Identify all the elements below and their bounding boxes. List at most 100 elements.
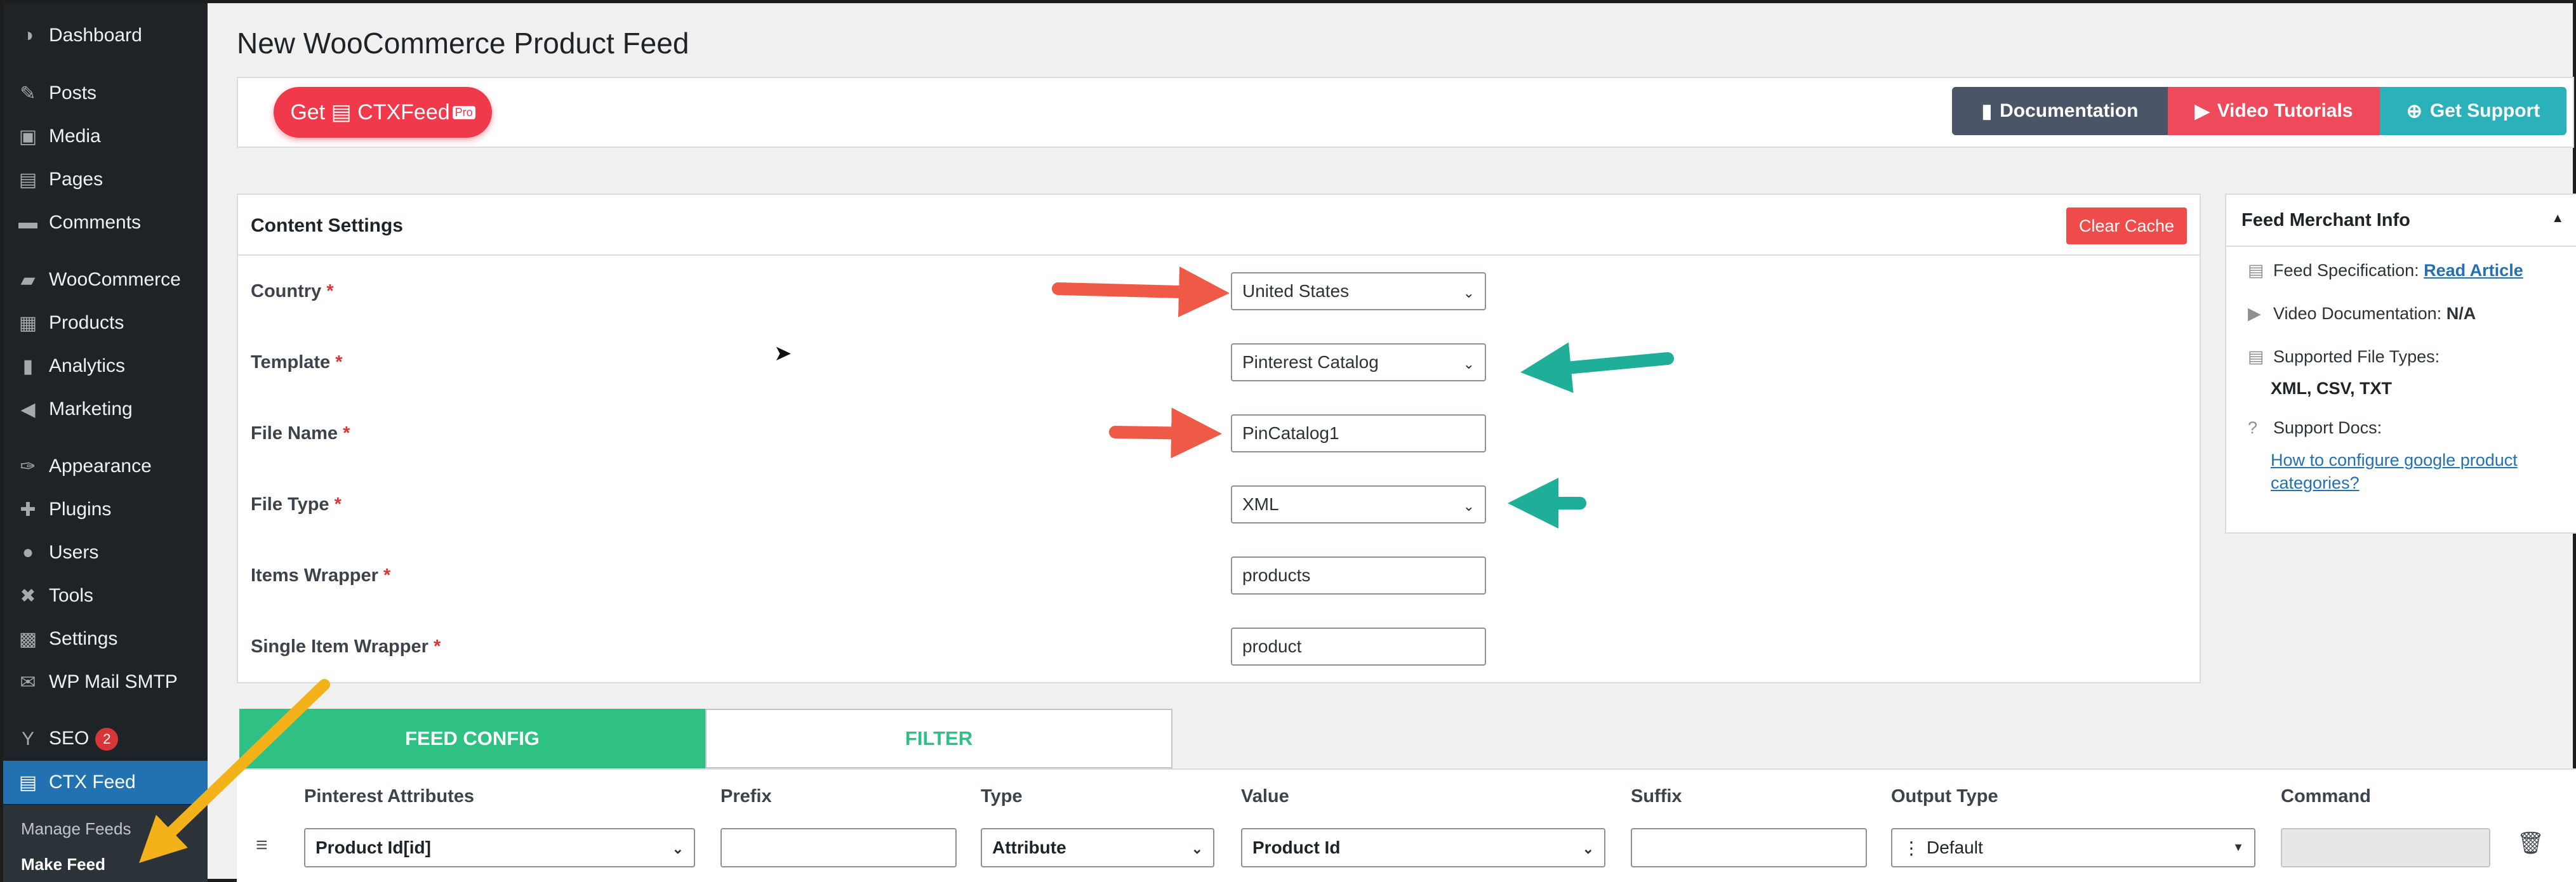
content-settings-panel: Content Settings Clear Cache Country * U… bbox=[237, 194, 2201, 683]
chevron-down-icon: ⌄ bbox=[1191, 841, 1203, 857]
merchant-info-header: Feed Merchant Info ▲ bbox=[2226, 195, 2576, 247]
submenu-manage-feeds[interactable]: Manage Feeds bbox=[21, 819, 131, 839]
items-wrapper-input[interactable]: products bbox=[1231, 556, 1486, 595]
pages-icon: ▤ bbox=[18, 169, 37, 190]
type-value: Attribute bbox=[992, 838, 1066, 857]
yoast-icon: Y bbox=[21, 728, 34, 749]
get-pro-label: Get bbox=[290, 100, 326, 124]
menu-plugins[interactable]: ✚ Plugins bbox=[3, 488, 208, 531]
menu-users[interactable]: ● Users bbox=[3, 531, 208, 574]
submenu-make-feed[interactable]: Make Feed bbox=[21, 855, 105, 874]
column-header: Output Type bbox=[1891, 786, 1998, 806]
woocommerce-icon: ▰ bbox=[20, 269, 36, 291]
menu-posts[interactable]: ✎ Posts bbox=[3, 72, 208, 115]
menu-ctx-feed[interactable]: ▤ CTX Feed bbox=[3, 761, 208, 804]
file-name-label: File Name * bbox=[251, 423, 350, 444]
template-value: Pinterest Catalog bbox=[1242, 352, 1379, 372]
analytics-icon: ▮ bbox=[22, 355, 34, 377]
column-header: Suffix bbox=[1631, 786, 1682, 806]
clear-cache-button[interactable]: Clear Cache bbox=[2066, 207, 2187, 244]
menu-appearance[interactable]: ✑ Appearance bbox=[3, 445, 208, 488]
get-support-button[interactable]: ⊕ Get Support bbox=[2380, 87, 2566, 135]
pro-badge: Pro bbox=[452, 105, 475, 119]
merchant-info-title: Feed Merchant Info bbox=[2241, 210, 2410, 230]
chevron-down-icon: ⌄ bbox=[1463, 498, 1475, 514]
menu-settings[interactable]: ▩ Settings bbox=[3, 617, 208, 661]
menu-label: Dashboard bbox=[49, 25, 142, 46]
menu-label: CTX Feed bbox=[49, 772, 136, 793]
wrench-icon: ✖ bbox=[20, 585, 36, 607]
plugins-icon: ✚ bbox=[20, 499, 36, 520]
menu-woocommerce[interactable]: ▰ WooCommerce bbox=[3, 258, 208, 301]
notification-badge: 2 bbox=[95, 728, 119, 751]
menu-label: SEO bbox=[49, 727, 90, 749]
mail-icon: ✉ bbox=[20, 671, 36, 693]
menu-products[interactable]: ▦ Products bbox=[3, 301, 208, 345]
chevron-down-icon: ⌄ bbox=[1582, 841, 1594, 857]
support-doc-link[interactable]: How to configure google product categori… bbox=[2271, 449, 2518, 494]
attribute-value: Product Id[id] bbox=[315, 838, 431, 857]
value-select[interactable]: Product Id ⌄ bbox=[1241, 828, 1605, 867]
support-doc-link-line-1[interactable]: How to configure google product bbox=[2271, 449, 2518, 471]
file-types-label: Supported File Types: bbox=[2273, 347, 2440, 366]
video-tutorials-button[interactable]: ▶ Video Tutorials bbox=[2168, 87, 2380, 135]
support-icon: ⊕ bbox=[2406, 100, 2422, 122]
get-support-label: Get Support bbox=[2429, 100, 2540, 121]
read-article-link[interactable]: Read Article bbox=[2424, 261, 2523, 280]
get-pro-button[interactable]: Get ▤ CTXFeed Pro bbox=[274, 87, 492, 138]
output-type-select[interactable]: ⋮ Default ▼ bbox=[1891, 828, 2255, 867]
single-item-wrapper-input[interactable]: product bbox=[1231, 628, 1486, 666]
command-input[interactable] bbox=[2281, 828, 2490, 867]
menu-tools[interactable]: ✖ Tools bbox=[3, 574, 208, 617]
menu-media[interactable]: ▣ Media bbox=[3, 115, 208, 158]
prefix-input[interactable] bbox=[720, 828, 957, 867]
menu-comments[interactable]: ▬ Comments bbox=[3, 201, 208, 244]
support-docs-row: ? Support Docs: bbox=[2248, 418, 2382, 438]
youtube-icon: ▶ bbox=[2194, 100, 2210, 122]
file-type-select[interactable]: XML ⌄ bbox=[1231, 485, 1486, 523]
menu-analytics[interactable]: ▮ Analytics bbox=[3, 345, 208, 388]
menu-dashboard[interactable]: ◑ Dashboard bbox=[3, 14, 208, 57]
content-settings-title: Content Settings bbox=[251, 215, 403, 236]
megaphone-icon: ◀ bbox=[20, 398, 36, 420]
single-item-wrapper-label: Single Item Wrapper * bbox=[251, 636, 441, 657]
menu-label: Plugins bbox=[49, 499, 112, 520]
supported-file-types-row: ▤ Supported File Types: bbox=[2248, 347, 2440, 367]
file-name-input[interactable]: PinCatalog1 bbox=[1231, 414, 1486, 452]
menu-label: Appearance bbox=[49, 456, 152, 477]
support-doc-link-line-2[interactable]: categories? bbox=[2271, 471, 2518, 494]
menu-label: Products bbox=[49, 312, 124, 333]
brand-label: CTXFeed bbox=[357, 100, 450, 124]
menu-seo[interactable]: Y SEO 2 bbox=[3, 718, 208, 761]
file-icon: ▤ bbox=[2248, 347, 2264, 366]
comments-icon: ▬ bbox=[18, 212, 37, 233]
menu-wp-mail-smtp[interactable]: ✉ WP Mail SMTP bbox=[3, 661, 208, 704]
dashboard-icon: ◑ bbox=[22, 25, 34, 46]
type-select[interactable]: Attribute ⌄ bbox=[981, 828, 1214, 867]
video-doc-value: N/A bbox=[2446, 304, 2476, 323]
trash-icon[interactable]: 🗑 bbox=[2517, 831, 2544, 856]
column-header: Value bbox=[1241, 786, 1289, 806]
menu-label: Comments bbox=[49, 212, 142, 233]
country-select[interactable]: United States ⌄ bbox=[1231, 272, 1486, 310]
attribute-select[interactable]: Product Id[id] ⌄ bbox=[304, 828, 695, 867]
feed-icon: ▤ bbox=[18, 772, 37, 793]
menu-pages[interactable]: ▤ Pages bbox=[3, 158, 208, 201]
admin-sidebar: ◑ Dashboard ✎ Posts ▣ Media ▤ Pages ▬ Comment… bbox=[3, 3, 208, 882]
drag-handle-icon[interactable]: ≡ bbox=[256, 833, 268, 857]
file-types-value: XML, CSV, TXT bbox=[2271, 379, 2393, 398]
chevron-down-icon: ⌄ bbox=[1463, 356, 1475, 372]
menu-label: Analytics bbox=[49, 355, 126, 376]
menu-label: Tools bbox=[49, 585, 94, 606]
feed-specification-row: ▤ Feed Specification: Read Article bbox=[2248, 261, 2523, 280]
suffix-input[interactable] bbox=[1631, 828, 1867, 867]
menu-label: Media bbox=[49, 126, 101, 147]
collapse-toggle-icon[interactable]: ▲ bbox=[2551, 211, 2564, 226]
drag-dots-icon: ⋮ bbox=[1902, 838, 1920, 858]
menu-marketing[interactable]: ◀ Marketing bbox=[3, 388, 208, 431]
documentation-button[interactable]: ▮ Documentation bbox=[1952, 87, 2168, 135]
tab-filter[interactable]: FILTER bbox=[705, 709, 1172, 768]
menu-label: WooCommerce bbox=[49, 269, 181, 290]
template-select[interactable]: Pinterest Catalog ⌄ bbox=[1231, 343, 1486, 381]
tab-feed-config[interactable]: FEED CONFIG bbox=[239, 709, 705, 768]
